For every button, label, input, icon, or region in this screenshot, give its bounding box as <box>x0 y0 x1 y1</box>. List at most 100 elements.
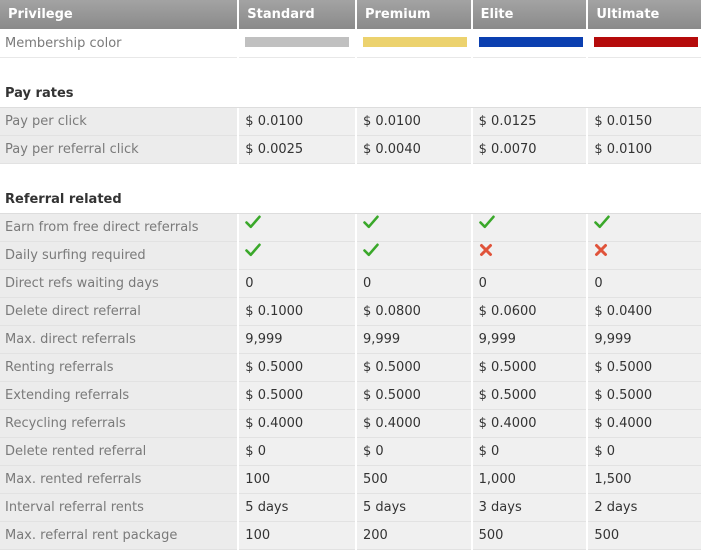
color-swatch-ultimate <box>594 36 699 47</box>
check-icon <box>478 214 495 240</box>
table-row: Delete rented referral $ 0 $ 0 $ 0 $ 0 <box>0 438 701 466</box>
value-elite: 0 <box>472 270 587 298</box>
header-privilege: Privilege <box>0 0 238 29</box>
value-ultimate: $ 0.5000 <box>588 382 701 410</box>
row-label: Recycling referrals <box>0 410 238 438</box>
membership-color-row: Membership color <box>0 30 701 58</box>
row-label: Extending referrals <box>0 382 238 410</box>
value-premium: $ 0.0100 <box>356 108 471 136</box>
value-premium: $ 0.5000 <box>356 354 471 382</box>
row-label: Delete direct referral <box>0 298 238 326</box>
section-title-referral: Referral related <box>0 186 701 214</box>
row-label: Pay per click <box>0 108 238 136</box>
value-premium: $ 0.4000 <box>356 410 471 438</box>
row-label: Daily surfing required <box>0 242 238 270</box>
value-ultimate: $ 0 <box>588 438 701 466</box>
value-elite: $ 0.0125 <box>472 108 587 136</box>
value-premium: $ 0.5000 <box>356 382 471 410</box>
header-tier-premium: Premium <box>356 0 471 29</box>
value-premium: $ 0.0800 <box>356 298 471 326</box>
value-standard: $ 0.4000 <box>239 410 355 438</box>
cross-icon <box>594 242 608 268</box>
value-premium: 200 <box>356 522 471 550</box>
table-row: Recycling referrals $ 0.4000 $ 0.4000 $ … <box>0 410 701 438</box>
value-standard: 5 days <box>239 494 355 522</box>
header-tier-elite: Elite <box>472 0 587 29</box>
row-label: Max. direct referrals <box>0 326 238 354</box>
row-label: Membership color <box>0 30 238 58</box>
table-row: Earn from free direct referrals <box>0 214 701 242</box>
membership-comparison-table: Privilege Standard Premium Elite Ultimat… <box>0 0 701 550</box>
value-standard <box>239 214 355 242</box>
value-standard: $ 0.0100 <box>239 108 355 136</box>
value-standard: $ 0.0025 <box>239 136 355 164</box>
row-label: Max. rented referrals <box>0 466 238 494</box>
referral-icon-rows: Earn from free direct referrals Daily su… <box>0 214 701 270</box>
header-tier-standard: Standard <box>239 0 355 29</box>
table-row: Max. direct referrals 9,999 9,999 9,999 … <box>0 326 701 354</box>
check-icon <box>594 214 611 240</box>
value-elite: $ 0.5000 <box>472 354 587 382</box>
section-title-pay-rates: Pay rates <box>0 80 701 108</box>
value-ultimate: 9,999 <box>588 326 701 354</box>
row-label: Pay per referral click <box>0 136 238 164</box>
value-standard: $ 0 <box>239 438 355 466</box>
value-standard: 100 <box>239 522 355 550</box>
row-label: Direct refs waiting days <box>0 270 238 298</box>
table-row: Delete direct referral $ 0.1000 $ 0.0800… <box>0 298 701 326</box>
value-standard: 100 <box>239 466 355 494</box>
value-elite: 9,999 <box>472 326 587 354</box>
value-premium: 9,999 <box>356 326 471 354</box>
value-premium <box>356 214 471 242</box>
check-icon <box>363 214 379 240</box>
cross-icon <box>479 242 493 268</box>
table-row: Max. rented referrals 100 500 1,000 1,50… <box>0 466 701 494</box>
row-label: Max. referral rent package <box>0 522 238 550</box>
table-row: Max. referral rent package 100 200 500 5… <box>0 522 701 550</box>
value-elite <box>472 214 587 242</box>
value-premium <box>356 242 471 270</box>
value-ultimate: 2 days <box>588 494 701 522</box>
value-ultimate: 500 <box>588 522 701 550</box>
pay-rates-rows: Pay per click $ 0.0100 $ 0.0100 $ 0.0125… <box>0 108 701 164</box>
table-row: Pay per referral click $ 0.0025 $ 0.0040… <box>0 136 701 164</box>
table-row: Extending referrals $ 0.5000 $ 0.5000 $ … <box>0 382 701 410</box>
table-row: Daily surfing required <box>0 242 701 270</box>
referral-rows: Direct refs waiting days 0 0 0 0 Delete … <box>0 270 701 550</box>
value-premium: 500 <box>356 466 471 494</box>
value-ultimate: $ 0.5000 <box>588 354 701 382</box>
value-ultimate: $ 0.4000 <box>588 410 701 438</box>
value-elite: $ 0 <box>472 438 587 466</box>
value-ultimate: 1,500 <box>588 466 701 494</box>
value-ultimate: $ 0.0150 <box>588 108 701 136</box>
value-elite: $ 0.0070 <box>472 136 587 164</box>
value-elite: $ 0.0600 <box>472 298 587 326</box>
value-elite: 3 days <box>472 494 587 522</box>
row-label: Delete rented referral <box>0 438 238 466</box>
color-swatch-premium <box>362 36 467 47</box>
value-ultimate: $ 0.0400 <box>588 298 701 326</box>
row-label: Renting referrals <box>0 354 238 382</box>
header-tier-ultimate: Ultimate <box>588 0 701 29</box>
row-label: Earn from free direct referrals <box>0 214 238 242</box>
value-standard: 9,999 <box>239 326 355 354</box>
value-standard: $ 0.1000 <box>239 298 355 326</box>
table-header: Privilege Standard Premium Elite Ultimat… <box>0 0 701 29</box>
value-ultimate: $ 0.0100 <box>588 136 701 164</box>
value-elite: $ 0.5000 <box>472 382 587 410</box>
value-standard: $ 0.5000 <box>239 354 355 382</box>
check-icon <box>363 242 379 268</box>
value-standard: $ 0.5000 <box>239 382 355 410</box>
value-ultimate <box>588 214 701 242</box>
value-elite <box>472 242 587 270</box>
table-row: Renting referrals $ 0.5000 $ 0.5000 $ 0.… <box>0 354 701 382</box>
value-premium: 0 <box>356 270 471 298</box>
color-swatch-elite <box>478 36 583 47</box>
value-ultimate <box>588 242 701 270</box>
color-swatch-standard <box>245 36 350 47</box>
value-premium: $ 0 <box>356 438 471 466</box>
row-label: Interval referral rents <box>0 494 238 522</box>
table-row: Interval referral rents 5 days 5 days 3 … <box>0 494 701 522</box>
table-row: Pay per click $ 0.0100 $ 0.0100 $ 0.0125… <box>0 108 701 136</box>
value-elite: 1,000 <box>472 466 587 494</box>
